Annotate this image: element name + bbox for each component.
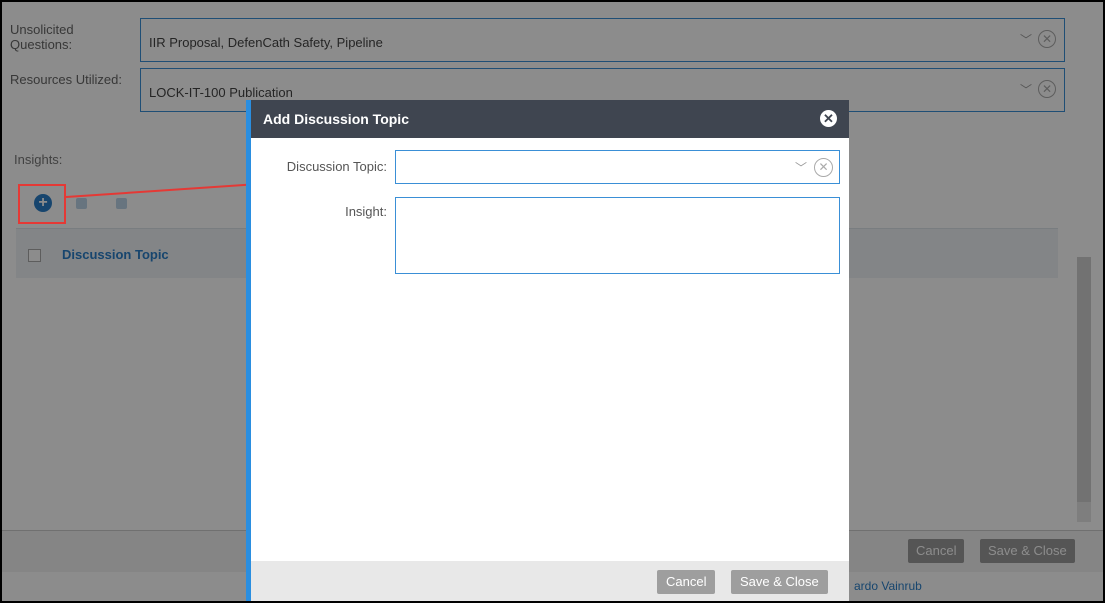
screen: Unsolicited Questions: IIR Proposal, Def… [0,0,1105,603]
dialog-header: Add Discussion Topic ✕ [251,100,849,138]
add-discussion-topic-dialog: Add Discussion Topic ✕ Discussion Topic:… [246,100,849,601]
dialog-footer: Cancel Save & Close [251,561,849,601]
close-circle-icon[interactable]: ✕ [820,110,837,127]
cancel-button[interactable]: Cancel [657,570,716,594]
insight-label: Insight: [345,204,387,219]
clear-circle-icon[interactable]: ✕ [814,158,833,177]
discussion-topic-label: Discussion Topic: [286,159,387,174]
discussion-topic-select[interactable]: ﹀ ✕ [395,150,840,184]
add-button-highlight [18,184,66,224]
save-close-button[interactable]: Save & Close [731,570,828,594]
chevron-down-icon[interactable]: ﹀ [795,159,807,176]
insight-textarea[interactable] [395,197,840,274]
dialog-title: Add Discussion Topic [263,111,409,127]
